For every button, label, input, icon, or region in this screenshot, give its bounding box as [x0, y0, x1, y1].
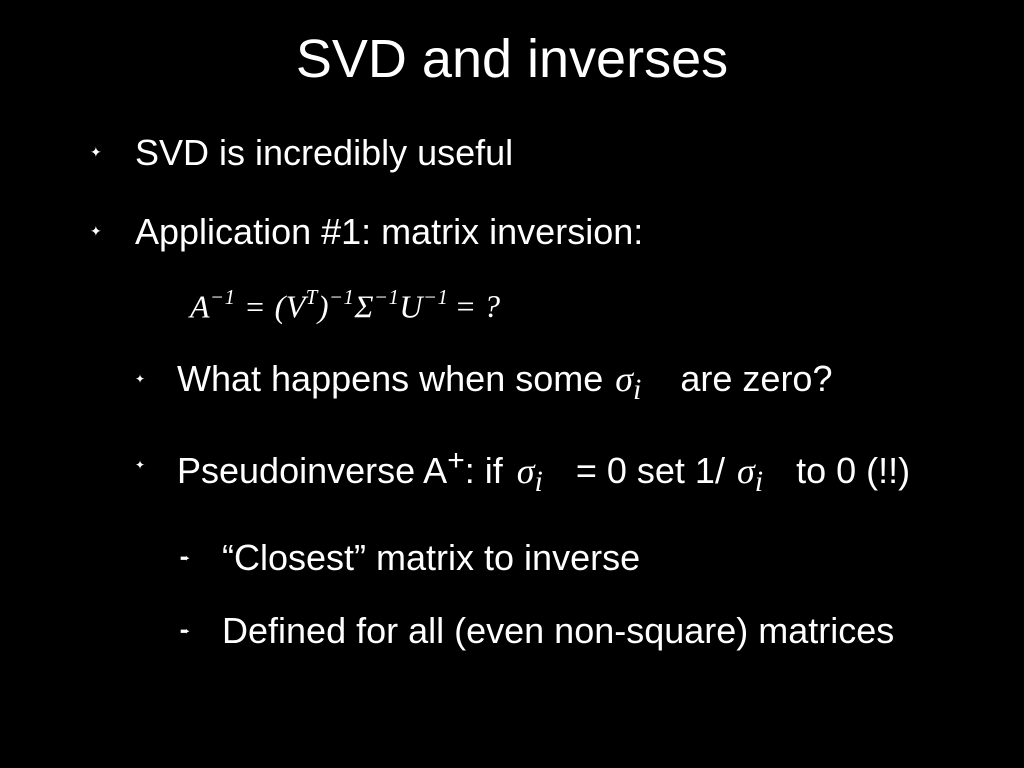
- slide-content: ✦ SVD is incredibly useful ✦ Application…: [0, 90, 1024, 653]
- formula-question: = ?: [454, 288, 500, 325]
- diamond-bullet-icon: ✦: [90, 223, 102, 241]
- plus-sup: +: [447, 444, 465, 477]
- sigma-i-2: σi: [737, 451, 772, 491]
- bullet-text-part-a: Pseudoinverse A: [177, 450, 447, 491]
- diamond-bullet-icon: ✦: [135, 458, 145, 473]
- bullet-text-part-d: to 0 (!!): [796, 450, 910, 491]
- slide-title: SVD and inverses: [0, 0, 1024, 90]
- bullet-defined-all: ➨ Defined for all (even non-square) matr…: [180, 608, 964, 653]
- bullet-text-part-b: : if: [465, 450, 503, 491]
- bullet-pseudoinverse: ✦ Pseudoinverse A+: if σi = 0 set 1/ σi …: [135, 442, 964, 501]
- sigma-i: σi: [615, 359, 650, 399]
- bullet-text: SVD is incredibly useful: [135, 132, 513, 173]
- slide: SVD and inverses ✦ SVD is incredibly use…: [0, 0, 1024, 768]
- sigma-i-1: σi: [517, 451, 552, 491]
- diamond-bullet-icon: ✦: [90, 144, 102, 162]
- bullet-text-part-a: What happens when some: [177, 358, 603, 399]
- dash-bullet-icon: ➨: [180, 551, 190, 566]
- bullet-text: Application #1: matrix inversion:: [135, 211, 643, 252]
- bullet-application: ✦ Application #1: matrix inversion:: [90, 209, 964, 254]
- bullet-text-part-c: = 0 set 1/: [576, 450, 725, 491]
- bullet-what-happens: ✦ What happens when some σi are zero?: [135, 356, 964, 409]
- formula-inverse: A−1 = (VT)−1Σ−1U−1 = ?: [190, 288, 964, 326]
- bullet-svd-useful: ✦ SVD is incredibly useful: [90, 130, 964, 175]
- bullet-text-part-b: are zero?: [680, 358, 832, 399]
- bullet-text: Defined for all (even non-square) matric…: [222, 610, 894, 651]
- bullet-text: “Closest” matrix to inverse: [222, 537, 640, 578]
- diamond-bullet-icon: ✦: [135, 372, 145, 387]
- dash-bullet-icon: ➨: [180, 624, 190, 639]
- bullet-closest-matrix: ➨ “Closest” matrix to inverse: [180, 535, 964, 580]
- formula-expression: A−1 = (VT)−1Σ−1U−1: [190, 288, 448, 326]
